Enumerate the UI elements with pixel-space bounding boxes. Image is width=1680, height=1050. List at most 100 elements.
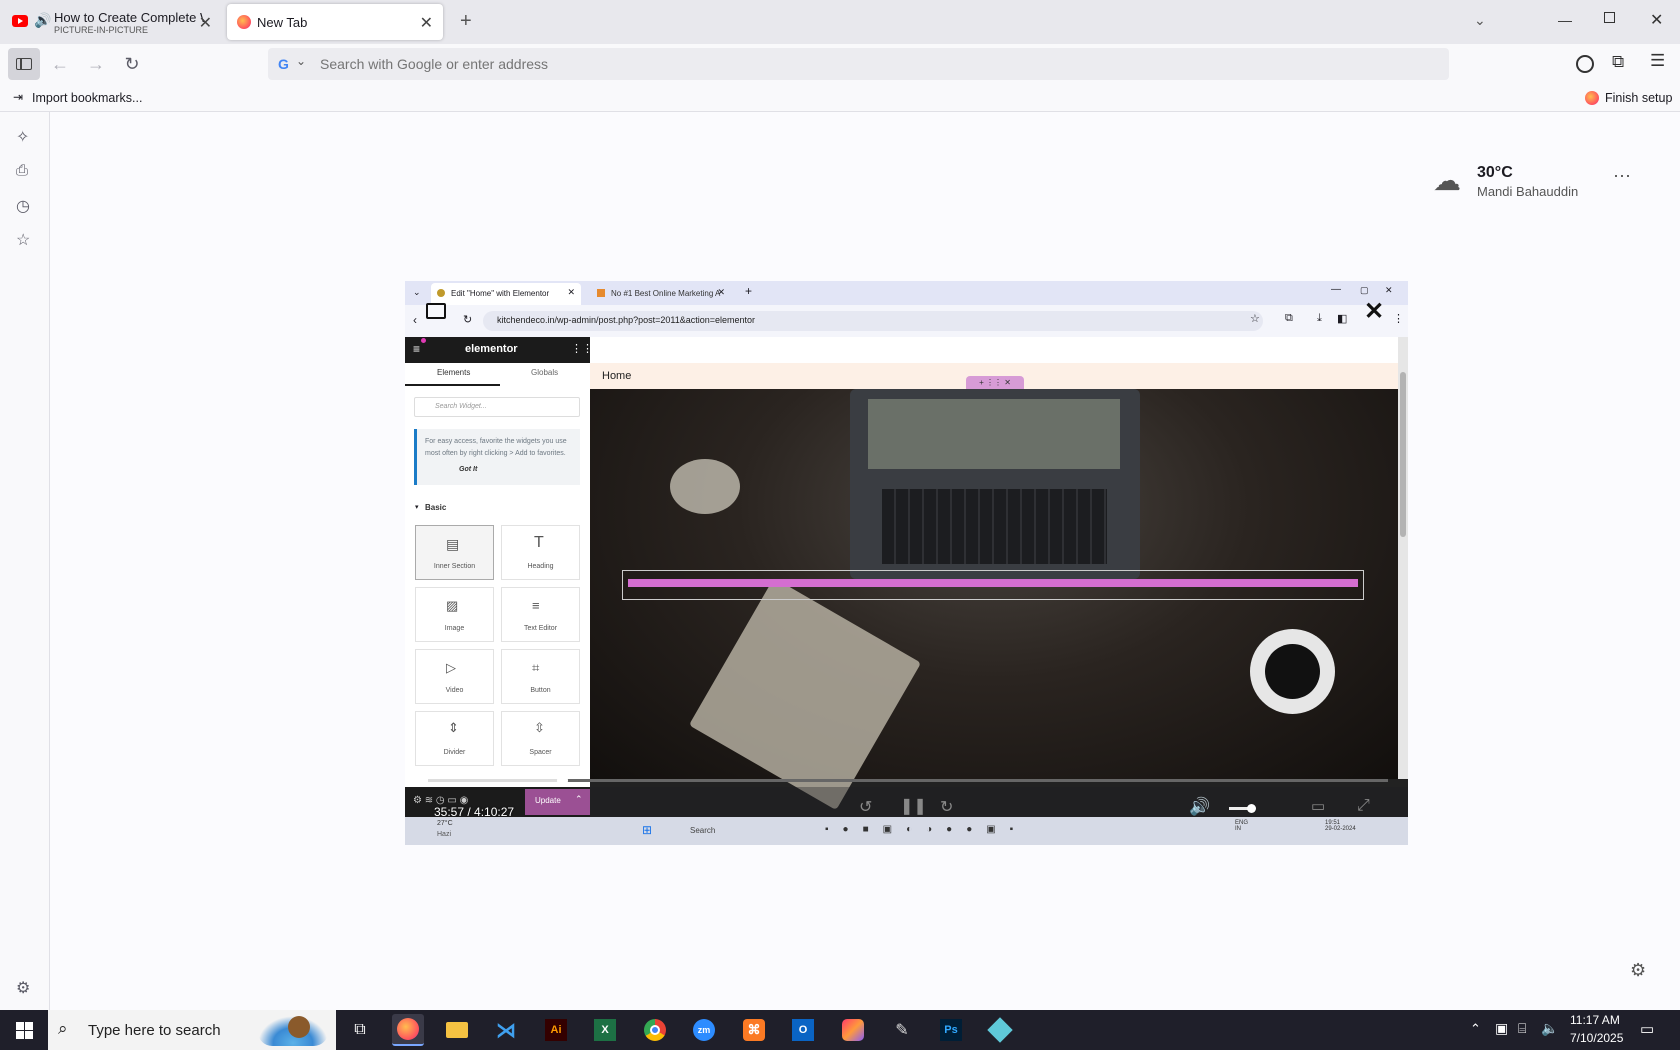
tray-overflow-icon[interactable]: ⌃ <box>1470 1021 1481 1037</box>
sidebar-toggle-button[interactable] <box>8 48 40 80</box>
back-button[interactable]: ← <box>44 48 76 80</box>
windows-taskbar: ⌕ Type here to search ⧉ ⋊ Ai X zm ⌘ O ✎ … <box>0 1010 1680 1050</box>
task-view-button[interactable]: ⧉ <box>344 1014 376 1046</box>
minimize-button[interactable]: — <box>1558 12 1572 28</box>
arrow-right-icon: → <box>87 53 105 74</box>
firefox-icon <box>1585 91 1599 105</box>
extensions-icon[interactable]: ⧉ <box>1612 52 1624 72</box>
seek-back-icon[interactable]: ↺ <box>859 797 872 817</box>
start-button[interactable] <box>8 1014 40 1046</box>
fullscreen-icon[interactable]: ⤢ <box>1357 797 1370 815</box>
taskbar-photoshop[interactable]: Ps <box>935 1014 967 1046</box>
video-progress-bar[interactable] <box>428 775 1388 786</box>
video-tab-marketing: No #1 Best Online Marketing A ✕ <box>591 283 731 305</box>
elementor-panel: ≡ elementor ⋮⋮ Elements Globals Search W… <box>405 337 593 787</box>
synced-tabs-icon[interactable]: ⎙ <box>16 162 36 182</box>
network-icon[interactable]: ▣ <box>1495 1020 1508 1037</box>
captions-icon[interactable]: ▭ <box>1311 797 1325 815</box>
google-icon[interactable]: G <box>278 56 289 72</box>
notifications-icon[interactable]: ▭ <box>1640 1020 1654 1038</box>
ai-chatbot-icon[interactable]: ✧ <box>16 127 36 147</box>
reload-button[interactable]: ↻ <box>116 48 148 80</box>
taskbar-firefox[interactable] <box>392 1014 424 1046</box>
restore-button[interactable] <box>1604 12 1615 23</box>
taskbar-excel[interactable]: X <box>589 1014 621 1046</box>
folder-icon <box>446 1022 468 1038</box>
video-browser-tabstrip: ⌄ Edit "Home" with Elementor ✕ No #1 Bes… <box>405 281 1408 305</box>
taskbar-illustrator[interactable]: Ai <box>540 1014 572 1046</box>
import-bookmarks-link[interactable]: Import bookmarks... <box>32 91 142 105</box>
taskbar-pen-tool[interactable]: ✎ <box>886 1014 918 1046</box>
connection-icon[interactable]: ⌸ <box>1518 1020 1526 1037</box>
account-icon[interactable] <box>1576 55 1594 73</box>
nav-bar: ← → ↻ G ⌄ ⧉ ☰ <box>0 44 1680 86</box>
volume-slider[interactable] <box>1229 804 1256 813</box>
tab-title: New Tab <box>257 15 308 30</box>
settings-gear-icon[interactable]: ⚙ <box>16 978 36 998</box>
taskbar-date[interactable]: 7/10/2025 <box>1570 1031 1623 1045</box>
search-icon: ⌕ <box>58 1019 68 1038</box>
address-input[interactable] <box>320 53 1420 75</box>
url-bar[interactable]: G ⌄ <box>268 48 1449 80</box>
tab-subtitle: PICTURE-IN-PICTURE <box>54 25 148 35</box>
speaker-icon[interactable]: 🔈 <box>1541 1020 1558 1037</box>
cloud-icon: ☁ <box>1433 165 1461 196</box>
windows-logo-icon <box>15 1021 33 1039</box>
app-diamond-icon <box>987 1017 1013 1043</box>
new-tab-button[interactable]: + <box>460 10 472 33</box>
close-tab-icon[interactable]: ✕ <box>420 13 433 33</box>
tab-title: How to Create Complete W <box>54 10 204 25</box>
video-browser-navbar: ‹ ↻ kitchendeco.in/wp-admin/post.php?pos… <box>405 305 1408 337</box>
tab-pip-video[interactable]: 🔊 How to Create Complete W PICTURE-IN-PI… <box>4 4 222 40</box>
weather-menu-icon[interactable]: ⋯ <box>1613 166 1631 187</box>
bookmarks-icon[interactable]: ☆ <box>16 230 36 250</box>
taskbar-outlook[interactable]: O <box>787 1014 819 1046</box>
taskbar-zoom[interactable]: zm <box>688 1014 720 1046</box>
zoom-icon: zm <box>693 1019 715 1041</box>
sidebar-icon <box>16 58 32 70</box>
video-url: kitchendeco.in/wp-admin/post.php?post=20… <box>497 315 756 325</box>
finish-setup-link[interactable]: Finish setup <box>1605 91 1672 105</box>
taskbar-file-explorer[interactable] <box>441 1014 473 1046</box>
taskbar-creative-cloud[interactable] <box>837 1014 869 1046</box>
weather-temp: 30°C <box>1477 164 1513 181</box>
taskbar-time[interactable]: 11:17 AM <box>1570 1013 1620 1027</box>
video-inner-taskbar: 27°C Hazi ⊞ Search ▪●■▣◐◑●●▣▪ ENG IN 19:… <box>405 817 1408 845</box>
import-icon: ⇥ <box>13 90 24 104</box>
sidebar: ✧ ⎙ ◷ ☆ ⚙ <box>0 112 50 1010</box>
list-all-tabs-icon[interactable]: ⌄ <box>1474 12 1486 29</box>
taskbar-search-box[interactable]: ⌕ Type here to search <box>48 1010 336 1050</box>
audio-playing-icon[interactable]: 🔊 <box>34 12 51 29</box>
elementor-brand: elementor <box>465 343 518 355</box>
pip-video-window[interactable]: ⌄ Edit "Home" with Elementor ✕ No #1 Bes… <box>405 281 1408 845</box>
pip-close-icon[interactable]: ✕ <box>1364 297 1384 326</box>
seek-forward-icon[interactable]: ↻ <box>940 797 953 817</box>
pause-icon[interactable]: ❚❚ <box>900 796 927 816</box>
volume-icon[interactable]: 🔊 <box>1189 797 1210 817</box>
pen-icon: ✎ <box>895 1022 909 1039</box>
chevron-down-icon[interactable]: ⌄ <box>296 54 306 68</box>
chrome-icon <box>644 1019 666 1041</box>
taskbar-chrome[interactable] <box>639 1014 671 1046</box>
pip-back-to-tab-icon[interactable] <box>426 303 446 319</box>
photoshop-icon: Ps <box>940 1019 962 1041</box>
taskbar-vscode[interactable]: ⋊ <box>490 1014 522 1046</box>
excel-icon: X <box>594 1019 616 1041</box>
video-nav-home: Home <box>602 370 632 382</box>
tab-strip: 🔊 How to Create Complete W PICTURE-IN-PI… <box>0 0 1680 44</box>
taskbar-app[interactable] <box>984 1014 1016 1046</box>
outlook-icon: O <box>792 1019 814 1041</box>
task-view-icon: ⧉ <box>354 1021 366 1038</box>
history-icon[interactable]: ◷ <box>16 196 36 216</box>
close-window-button[interactable]: ✕ <box>1650 10 1663 30</box>
menu-icon[interactable]: ☰ <box>1650 51 1665 71</box>
close-tab-icon[interactable]: ✕ <box>199 13 212 33</box>
forward-button[interactable]: → <box>80 48 112 80</box>
tab-new-tab[interactable]: New Tab ✕ <box>227 4 443 40</box>
weather-location: Mandi Bahauddin <box>1477 184 1579 199</box>
personalize-gear-icon[interactable]: ⚙ <box>1630 960 1646 981</box>
illustrator-icon: Ai <box>545 1019 567 1041</box>
taskbar-xampp[interactable]: ⌘ <box>738 1014 770 1046</box>
firefox-icon <box>397 1018 419 1040</box>
arrow-left-icon: ← <box>51 53 69 74</box>
